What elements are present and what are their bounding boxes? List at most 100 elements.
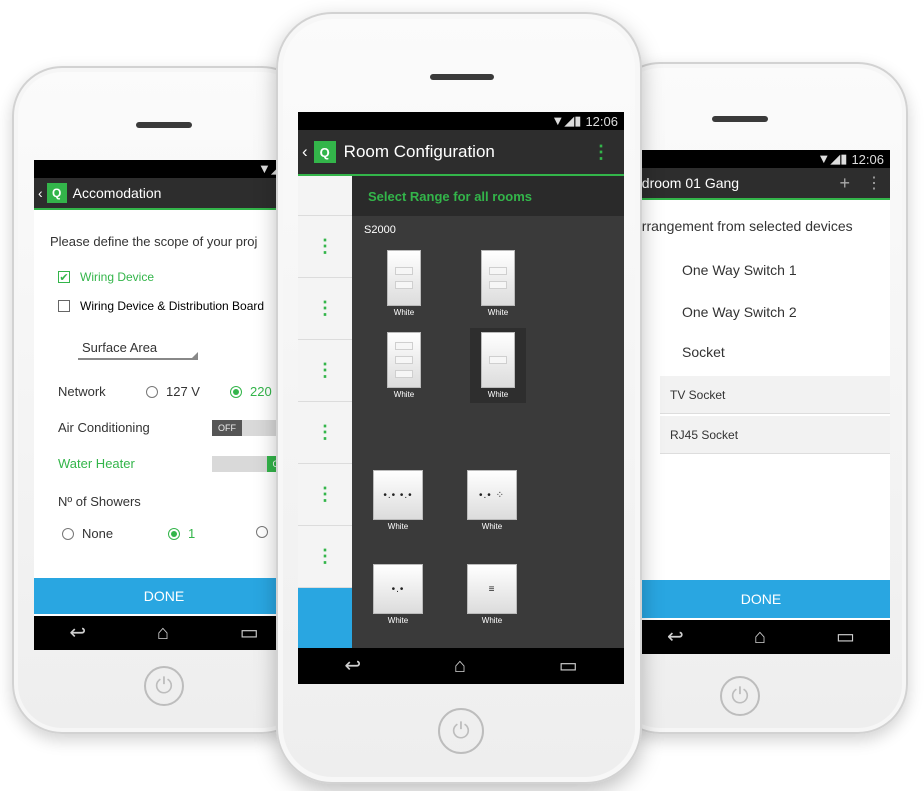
radio-icon	[62, 527, 74, 540]
back-chevron-icon[interactable]: ‹	[38, 185, 43, 201]
speaker-grille	[430, 74, 494, 80]
clock: 12:06	[585, 113, 618, 129]
switch-plate-icon	[481, 332, 515, 388]
radio-label: 127 V	[166, 384, 200, 399]
page-title: Accomodation	[72, 185, 162, 201]
app-logo-icon: Q	[46, 183, 67, 203]
showers-more-radio[interactable]	[256, 526, 276, 538]
area-dropdown[interactable]: Surface Area	[78, 340, 198, 360]
socket-plate-icon: •.•	[373, 564, 423, 614]
device-switch-1[interactable]: One Way Switch 1	[682, 262, 797, 278]
room-handle-6[interactable]: ⋮	[298, 526, 352, 588]
room-handle-2[interactable]: ⋮	[298, 278, 352, 340]
power-icon[interactable]: ⏻	[144, 666, 184, 706]
radio-label: 1	[188, 526, 196, 541]
recent-apps-icon[interactable]: ▭	[559, 656, 578, 676]
showers-label: Nº of Showers	[58, 494, 141, 509]
device-socket-single[interactable]: •.• White	[370, 564, 426, 625]
device-label: White	[481, 522, 503, 531]
back-chevron-icon[interactable]: ‹	[302, 142, 308, 162]
arrangement-text: arrangement from selected devices	[634, 218, 853, 234]
done-button[interactable]: DONE	[632, 580, 890, 618]
room-selected[interactable]	[298, 588, 352, 650]
left-phone: ▼◢▮ ‹ Q Accomodation Please define the s…	[12, 66, 312, 734]
center-phone: ▼◢▮ 12:06 ‹ Q Room Configuration ⋮ . ⋮ ⋮…	[276, 12, 642, 784]
page-title: Room Configuration	[343, 142, 495, 161]
range-header: Select Range for all rooms	[352, 176, 624, 216]
checkbox-label: Wiring Device & Distribution Board	[80, 299, 265, 313]
device-switch-3-gang[interactable]: White	[376, 332, 432, 399]
showers-one-radio[interactable]: 1	[168, 526, 195, 541]
back-icon[interactable]: ↩	[344, 656, 361, 676]
device-switch-2[interactable]: One Way Switch 2	[682, 304, 797, 320]
clock: 12:06	[851, 151, 884, 167]
stage: ▼◢▮ ‹ Q Accomodation Please define the s…	[0, 0, 924, 791]
room-handle-1[interactable]: ⋮	[298, 216, 352, 278]
back-icon[interactable]: ↩	[69, 623, 86, 643]
nav-bar: ↩ ⌂ ▭	[298, 648, 624, 684]
showers-none-radio[interactable]: None	[62, 526, 113, 541]
power-icon[interactable]: ⏻	[720, 676, 760, 716]
device-label: White	[481, 616, 503, 625]
radio-label: None	[82, 526, 114, 541]
socket-plate-icon: •.• •.•	[373, 470, 423, 520]
room-handle-4[interactable]: ⋮	[298, 402, 352, 464]
room-handle-3[interactable]: ⋮	[298, 340, 352, 402]
overflow-menu-icon[interactable]: ⋮	[866, 173, 882, 193]
action-bar: edroom 01 Gang + ⋮	[632, 168, 890, 200]
overflow-menu-icon[interactable]: ⋮	[592, 142, 610, 163]
device-socket[interactable]: Socket	[682, 344, 725, 360]
left-screen: ▼◢▮ ‹ Q Accomodation Please define the s…	[34, 160, 294, 650]
room-list-header: .	[298, 176, 352, 216]
room-handle-5[interactable]: ⋮	[298, 464, 352, 526]
device-tv-socket[interactable]: TV Socket	[660, 376, 890, 414]
network-127-radio[interactable]: 127 V	[146, 384, 200, 399]
status-bar: ▼◢▮	[34, 160, 294, 178]
speaker-grille	[136, 122, 192, 128]
device-switch-1-gang[interactable]: White	[470, 328, 526, 403]
switch-plate-icon	[387, 332, 421, 388]
add-icon[interactable]: +	[839, 173, 850, 194]
right-phone: ▼◢▮ 12:06 edroom 01 Gang + ⋮ arrangement…	[610, 62, 908, 734]
device-label: White	[393, 390, 415, 399]
device-rj45-socket[interactable]: RJ45 Socket	[660, 416, 890, 454]
device-socket-multi[interactable]: •.• ⁘ White	[464, 470, 520, 531]
device-socket-double[interactable]: •.• •.• White	[370, 470, 426, 531]
wiring-board-checkbox[interactable]: Wiring Device & Distribution Board	[58, 299, 264, 313]
device-data-outlet[interactable]: ≡ White	[464, 564, 520, 625]
device-label: White	[387, 616, 409, 625]
network-220-radio[interactable]: 220	[230, 384, 272, 399]
nav-bar: ↩ ⌂ ▭	[632, 620, 890, 654]
status-bar: ▼◢▮ 12:06	[632, 150, 890, 168]
page-title: edroom 01 Gang	[634, 175, 740, 191]
device-label: White	[387, 522, 409, 531]
right-screen: ▼◢▮ 12:06 edroom 01 Gang + ⋮ arrangement…	[632, 150, 890, 654]
range-panel: . ⋮ ⋮ ⋮ ⋮ ⋮ ⋮ Select Range for all rooms…	[298, 176, 624, 650]
device-switch-2-gang[interactable]: White	[376, 250, 432, 317]
signal-icon: ▼◢▮	[817, 151, 848, 166]
power-icon[interactable]: ⏻	[438, 708, 484, 754]
switch-plate-icon	[481, 250, 515, 306]
home-icon[interactable]: ⌂	[754, 627, 766, 647]
radio-selected-icon	[168, 527, 180, 540]
nav-bar: ↩ ⌂ ▭	[34, 616, 294, 650]
heater-label: Water Heater	[58, 456, 135, 471]
checkmark-icon: ✔	[58, 271, 70, 284]
back-icon[interactable]: ↩	[667, 627, 684, 647]
recent-apps-icon[interactable]: ▭	[836, 627, 855, 647]
ac-label: Air Conditioning	[58, 420, 150, 435]
switch-plate-icon	[387, 250, 421, 306]
toggle-knob: OFF	[212, 420, 242, 436]
network-label: Network	[58, 384, 106, 399]
home-icon[interactable]: ⌂	[454, 656, 466, 676]
recent-apps-icon[interactable]: ▭	[240, 623, 259, 643]
speaker-grille	[712, 116, 768, 122]
action-bar: ‹ Q Accomodation	[34, 178, 294, 210]
app-logo-icon: Q	[313, 141, 336, 163]
radio-icon	[146, 385, 158, 398]
wiring-device-checkbox[interactable]: ✔ Wiring Device	[58, 270, 154, 284]
done-button[interactable]: DONE	[34, 578, 294, 614]
device-label: White	[487, 390, 509, 399]
device-switch-dimmer[interactable]: White	[470, 250, 526, 317]
home-icon[interactable]: ⌂	[157, 623, 169, 643]
